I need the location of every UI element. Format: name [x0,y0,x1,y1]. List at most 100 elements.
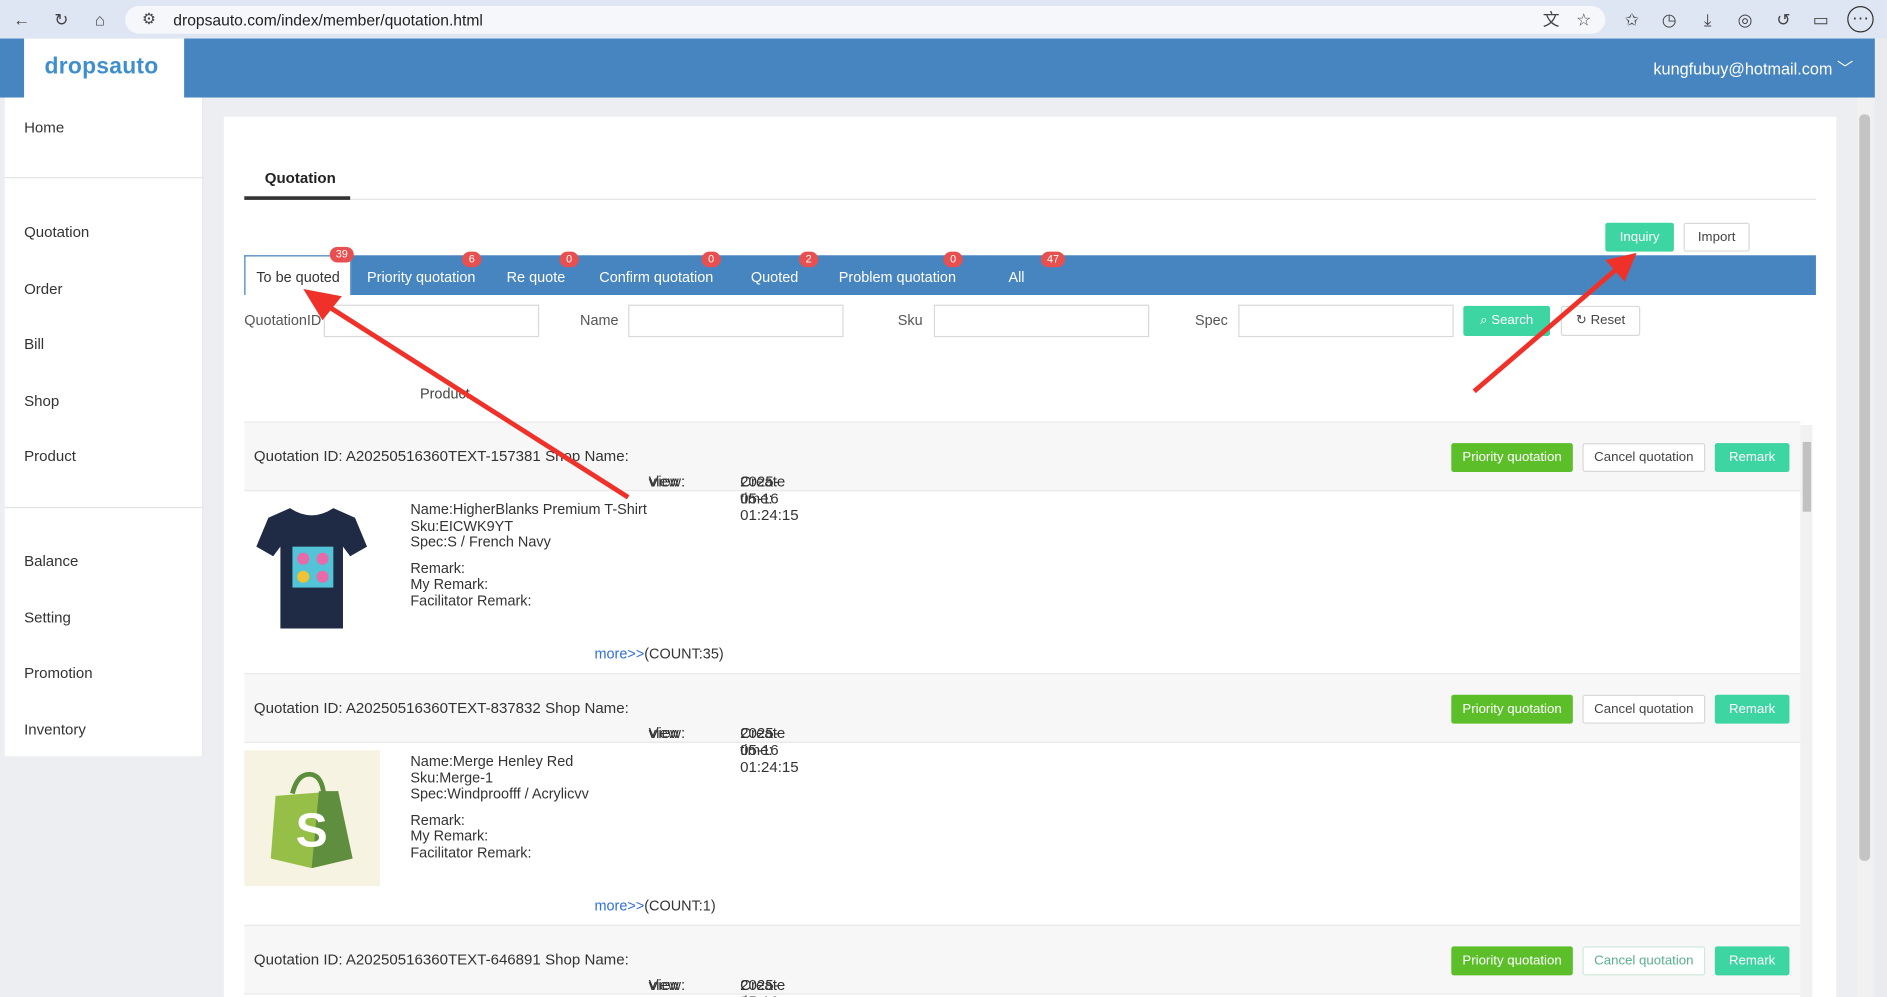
tshirt-image [256,508,368,629]
quotation-header-row: Quotation ID: A20250516360TEXT-157381 Sh… [244,421,1801,524]
facilitator-remark-label: Facilitator Remark: [410,591,532,609]
sidebar-item-bill[interactable]: Bill [24,336,44,353]
tab-label: Priority quotation [367,268,476,286]
sku-label: Sku [897,311,923,329]
user-email: kungfubuy@hotmail.com [1653,60,1833,79]
site-settings-icon[interactable]: ⚙ [142,10,156,29]
quotation-id: Quotation ID: A20250516360TEXT-646891 [253,951,541,969]
sidebar-item-promotion[interactable]: Promotion [24,665,93,682]
view-link[interactable]: view [649,977,679,994]
list-scrollbar-thumb[interactable] [1802,441,1812,512]
sidebar-item-inventory[interactable]: Inventory [24,721,86,738]
item-count: (COUNT:1) [644,897,716,914]
reset-button[interactable]: ↻ Reset [1560,305,1641,336]
history-icon[interactable]: ◷ [1659,10,1678,29]
create-time-value: 2025-05-16 01:24:15 [740,976,779,997]
count-badge: 0 [943,251,963,268]
spec-input[interactable] [1238,304,1454,338]
spec-label: Spec [1194,311,1228,329]
browser-toolbar: ← ↻ ⌂ ⚙ dropsauto.com/index/member/quota… [0,0,1887,39]
shop-name-label: Shop Name: [545,951,629,969]
tab-priority-quotation[interactable]: Priority quotation 6 [367,251,482,286]
sidebar-divider [4,177,204,179]
sidebar-item-product[interactable]: Product [24,448,76,465]
favorites-icon[interactable]: ✩ [1622,10,1641,29]
tab-re-quote[interactable]: Re quote 0 [507,251,579,285]
sidebar-item-quotation[interactable]: Quotation [24,224,89,241]
quotation-body: Name:HigherBlanks Premium T-Shirt Sku:EI… [244,491,1800,674]
more-row: more>>(COUNT:1) [594,897,715,914]
more-link[interactable]: more>> [594,897,644,914]
logo-text: dropsauto [44,54,159,80]
quotation-header-row: Quotation ID: A20250516360TEXT-837832 Sh… [244,673,1801,775]
svg-text:S: S [296,803,328,857]
download-icon[interactable]: ⤓ [1698,10,1717,29]
cancel-quotation-button[interactable]: Cancel quotation [1582,946,1706,976]
cancel-quotation-button[interactable]: Cancel quotation [1582,443,1706,473]
quotation-body: S Name:Merge Henley Red Sku:Merge-1 Spec… [244,743,1800,926]
reset-label: Reset [1590,313,1626,328]
logo[interactable]: dropsauto [24,38,185,98]
search-button[interactable]: ⌕ Search [1463,305,1550,336]
view-link[interactable]: view [649,725,679,742]
performance-icon[interactable]: ↺ [1774,10,1793,29]
user-menu[interactable]: kungfubuy@hotmail.com ﹀ [1653,55,1853,79]
priority-quotation-button[interactable]: Priority quotation [1451,946,1573,976]
more-menu-icon[interactable]: ⋯ [1847,6,1874,33]
tab-confirm-quotation[interactable]: Confirm quotation 0 [599,251,721,285]
reset-icon: ↻ [1575,313,1587,328]
sidebar-item-order[interactable]: Order [24,281,62,298]
quotation-id-label: QuotationID [244,311,322,329]
home-icon[interactable]: ⌂ [90,10,109,29]
status-tab-bar: To be quoted 39 Priority quotation 6 Re qu… [244,246,1816,296]
quotation-id-input[interactable] [323,304,540,338]
star-icon[interactable]: ☆ [1574,10,1593,29]
remark-button[interactable]: Remark [1714,946,1790,976]
page-scrollbar-thumb[interactable] [1859,114,1871,861]
tab-quotation[interactable]: Quotation [265,170,336,187]
count-badge: 39 [329,246,354,263]
remark-button[interactable]: Remark [1714,694,1790,724]
quotation-header-row: Quotation ID: A20250516360TEXT-646891 Sh… [244,924,1801,997]
view-link[interactable]: view [649,473,679,490]
translate-icon[interactable]: 文 [1542,10,1561,29]
quotation-id: Quotation ID: A20250516360TEXT-157381 [253,447,541,465]
reload-icon[interactable]: ↻ [52,10,71,29]
url-text: dropsauto.com/index/member/quotation.htm… [173,10,483,29]
import-button[interactable]: Import [1683,222,1750,252]
search-icon: ⌕ [1480,313,1488,328]
wallet-icon[interactable]: ▭ [1811,10,1830,29]
address-bar[interactable]: ⚙ dropsauto.com/index/member/quotation.h… [125,6,1606,34]
product-name: Name:Merge Henley Red [410,752,574,770]
sidebar-item-setting[interactable]: Setting [24,609,71,626]
shopify-logo-image: S [244,750,381,887]
tab-label: Problem quotation [838,268,956,286]
tab-problem-quotation[interactable]: Problem quotation 0 [838,251,963,286]
tab-label: To be quoted [256,268,340,286]
back-icon[interactable]: ← [12,10,31,29]
name-input[interactable] [628,304,844,338]
sidebar-item-shop[interactable]: Shop [24,393,59,410]
inquiry-button[interactable]: Inquiry [1605,222,1674,252]
window-edge [1874,38,1887,997]
product-info: Name:HigherBlanks Premium T-Shirt Sku:EI… [410,500,647,609]
instagram-icon[interactable]: ◎ [1735,10,1754,29]
cancel-quotation-button[interactable]: Cancel quotation [1582,694,1706,724]
search-label: Search [1491,313,1534,328]
more-link[interactable]: more>> [594,645,644,662]
remark-button[interactable]: Remark [1714,443,1790,473]
product-name: Name:HigherBlanks Premium T-Shirt [410,500,647,518]
sidebar-item-home[interactable]: Home [24,119,64,136]
sidebar-item-balance[interactable]: Balance [24,553,78,570]
product-info: Name:Merge Henley Red Sku:Merge-1 Spec:W… [410,752,588,861]
tab-quoted[interactable]: Quoted 2 [751,251,819,285]
priority-quotation-button[interactable]: Priority quotation [1451,443,1573,473]
quotation-id: Quotation ID: A20250516360TEXT-837832 [253,699,541,717]
priority-quotation-button[interactable]: Priority quotation [1451,694,1573,724]
sku-input[interactable] [933,304,1150,338]
shop-name-label: Shop Name: [545,699,629,717]
tab-all[interactable]: All 47 [1008,251,1066,285]
product-spec: Spec:S / French Navy [410,533,551,551]
tab-to-be-quoted[interactable]: To be quoted 39 [244,246,354,296]
name-label: Name [580,311,619,329]
